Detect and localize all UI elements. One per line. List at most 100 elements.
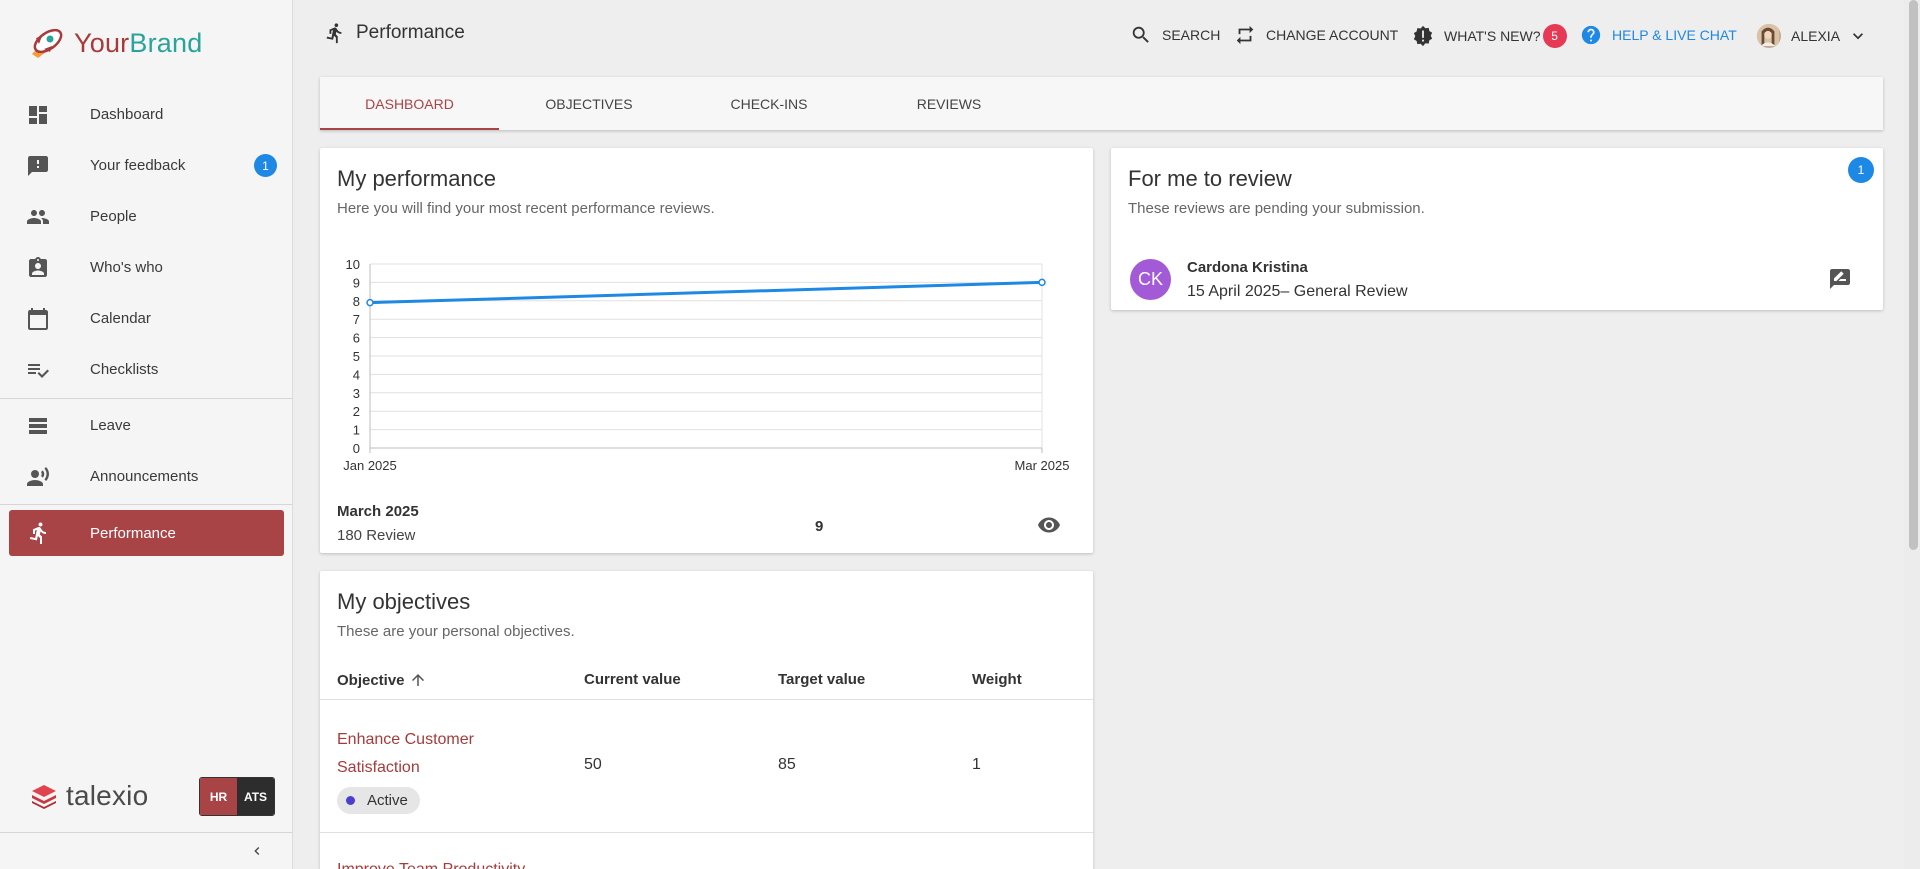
checklist-icon (28, 363, 49, 378)
y-tick-label: 6 (353, 331, 360, 346)
brand-name: YourBrand (74, 27, 203, 58)
my-objectives-card: My objectives These are your personal ob… (320, 571, 1093, 869)
y-tick-label: 7 (353, 312, 360, 327)
x-tick-label: Jan 2025 (343, 458, 397, 473)
column-header-weight[interactable]: Weight (972, 671, 1022, 688)
sidebar-item-checklists[interactable]: Checklists (0, 344, 293, 395)
sidebar-collapse-row (0, 832, 293, 869)
y-tick-label: 3 (353, 386, 360, 401)
top-bar: Performance SEARCH CHANGE ACCOUNT WHAT'S… (294, 0, 1920, 70)
objective-link[interactable]: Enhance Customer Satisfaction (337, 726, 537, 782)
tab-objectives[interactable]: OBJECTIVES (499, 77, 679, 130)
review-count-badge: 1 (1848, 157, 1874, 183)
latest-review-score: 9 (815, 518, 824, 535)
performance-line-chart: 0 1 2 3 4 5 6 7 8 9 10 Jan 2025 Mar 2025 (343, 257, 1070, 473)
y-tick-label: 4 (353, 367, 360, 382)
chevron-left-icon[interactable] (249, 843, 265, 859)
tab-dashboard[interactable]: DASHBOARD (320, 77, 499, 130)
objective-weight: 1 (972, 756, 981, 773)
y-tick-label: 5 (353, 349, 360, 364)
dashboard-icon (29, 105, 47, 124)
new-badge-icon (1413, 25, 1433, 47)
column-header-target-value[interactable]: Target value (778, 671, 865, 688)
arrow-up-icon (411, 674, 424, 686)
people-icon (27, 209, 49, 224)
sidebar-item-calendar[interactable]: Calendar (0, 293, 293, 344)
latest-review-type: 180 Review (337, 527, 416, 544)
objective-link[interactable]: Improve Team Productivity (337, 861, 525, 869)
latest-review-date: March 2025 (337, 503, 419, 520)
sidebar-item-performance[interactable]: Performance (9, 510, 284, 556)
announcement-icon (27, 466, 49, 486)
change-account-button[interactable]: CHANGE ACCOUNT (1234, 24, 1398, 46)
hr-ats-switch[interactable]: HR ATS (199, 777, 275, 816)
my-performance-card: My performance Here you will find your m… (320, 148, 1093, 553)
swap-icon (1236, 25, 1254, 45)
running-icon (326, 23, 342, 44)
series-line (369, 280, 1043, 305)
user-menu[interactable]: ALEXIA (1757, 24, 1868, 48)
search-icon (1132, 26, 1149, 43)
card-title: My performance (337, 166, 496, 191)
hr-toggle[interactable]: HR (200, 778, 237, 815)
sidebar-item-announcements[interactable]: Announcements (0, 451, 293, 502)
rate-review-icon[interactable] (1828, 267, 1852, 291)
data-point (366, 298, 374, 307)
sidebar-item-whos-who[interactable]: Who's who (0, 242, 293, 293)
for-me-to-review-card: For me to review These reviews are pendi… (1111, 148, 1883, 310)
feedback-count-badge: 1 (254, 154, 277, 177)
x-tick-label: Mar 2025 (1015, 458, 1070, 473)
eye-icon[interactable] (1037, 513, 1061, 537)
column-header-objective[interactable]: Objective (337, 671, 427, 689)
sidebar-divider (0, 398, 293, 399)
whats-new-button[interactable]: WHAT'S NEW? 5 (1412, 24, 1567, 48)
chevron-down-icon (1853, 33, 1864, 40)
data-point (1038, 278, 1046, 287)
leave-icon (29, 417, 47, 434)
card-title: My objectives (337, 589, 471, 614)
card-subtitle: These are your personal objectives. (337, 623, 575, 640)
status-dot (346, 796, 355, 805)
review-detail: 15 April 2025– General Review (1187, 283, 1408, 300)
sidebar-item-people[interactable]: People (0, 191, 293, 242)
contact-badge-icon (29, 256, 47, 277)
feedback-icon (28, 155, 48, 176)
help-live-chat-button[interactable]: HELP & LIVE CHAT (1580, 24, 1737, 46)
y-tick-label: 0 (353, 441, 360, 456)
tab-reviews[interactable]: REVIEWS (859, 77, 1039, 130)
y-tick-label: 10 (346, 257, 360, 272)
y-tick-label: 2 (353, 404, 360, 419)
y-tick-label: 9 (353, 275, 360, 290)
search-button[interactable]: SEARCH (1130, 24, 1220, 46)
card-title: For me to review (1128, 166, 1292, 191)
brand-logo[interactable]: YourBrand (26, 26, 202, 60)
talexio-layers-icon (32, 785, 56, 809)
sidebar-item-your-feedback[interactable]: Your feedback 1 (0, 140, 293, 191)
y-tick-label: 1 (353, 423, 360, 438)
performance-tabs: DASHBOARD OBJECTIVES CHECK-INS REVIEWS (320, 77, 1883, 130)
running-icon (29, 522, 46, 544)
page-scrollbar[interactable] (1904, 0, 1920, 869)
status-badge: Active (337, 787, 420, 814)
tab-check-ins[interactable]: CHECK-INS (679, 77, 859, 130)
table-divider (320, 832, 1093, 833)
page-title: Performance (324, 21, 465, 45)
whats-new-count-badge: 5 (1542, 24, 1567, 48)
y-tick-label: 8 (353, 294, 360, 309)
talexio-logo: talexio (30, 780, 148, 812)
card-subtitle: Here you will find your most recent perf… (337, 200, 715, 217)
calendar-icon (28, 307, 48, 330)
ats-toggle[interactable]: ATS (237, 778, 274, 815)
rocket-logo-icon (32, 28, 63, 58)
reviewee-name: Cardona Kristina (1187, 259, 1308, 276)
sidebar-item-leave[interactable]: Leave (0, 400, 293, 451)
scrollbar-thumb[interactable] (1909, 0, 1918, 550)
column-header-current-value[interactable]: Current value (584, 671, 681, 688)
table-divider (320, 699, 1093, 700)
card-subtitle: These reviews are pending your submissio… (1128, 200, 1425, 217)
avatar (1757, 24, 1781, 48)
objective-target-value: 85 (778, 756, 796, 773)
sidebar-divider (0, 504, 293, 505)
sidebar-item-dashboard[interactable]: Dashboard (0, 89, 293, 140)
avatar: CK (1130, 259, 1171, 300)
